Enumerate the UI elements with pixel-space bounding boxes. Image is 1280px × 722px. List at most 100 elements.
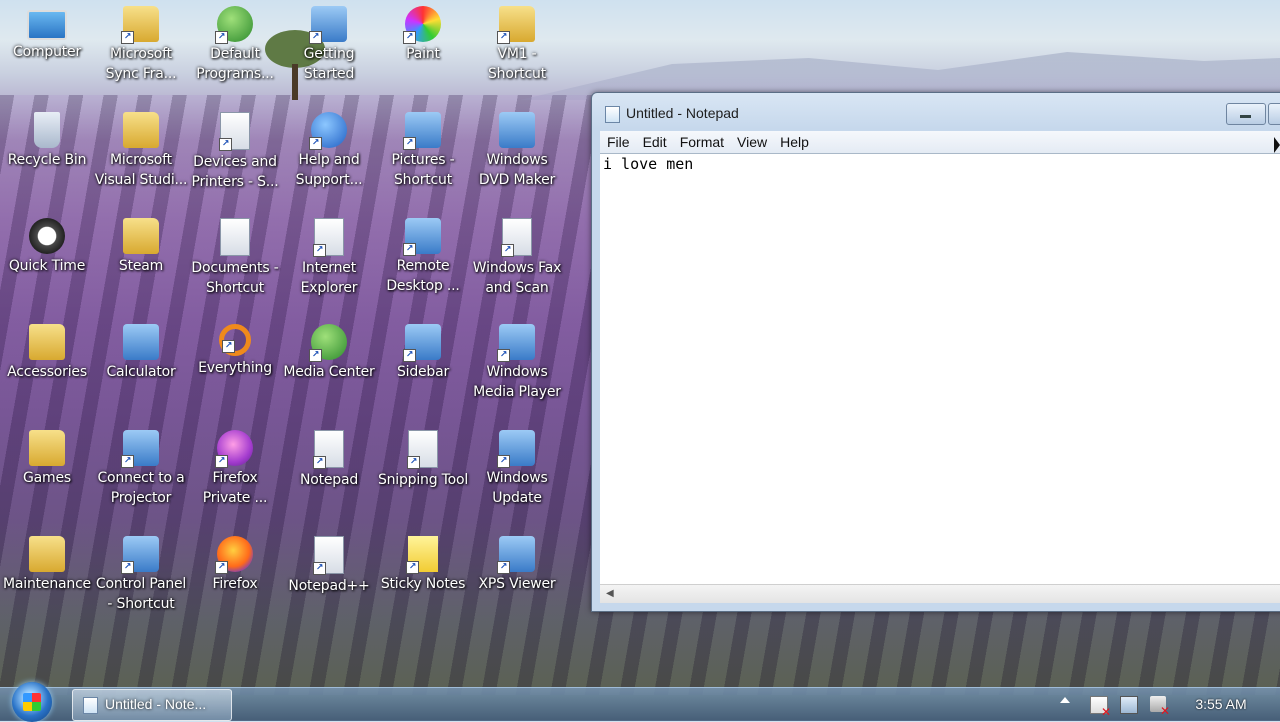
volume-icon[interactable]: ✕ (1150, 696, 1170, 717)
shortcut-arrow-icon: ↗ (497, 31, 510, 44)
desktop-icon-computer[interactable]: Computer (0, 0, 94, 62)
desktop-icon-sidebar[interactable]: ↗ Sidebar (376, 318, 470, 382)
text-editor[interactable]: i love men ◀ (600, 153, 1280, 603)
desktop-icon-label: Pictures - Shortcut (391, 152, 455, 188)
desktop-icon-accessories[interactable]: Accessories (0, 318, 94, 382)
desktop-icon-label: Everything (198, 360, 272, 376)
desktop-icon-xps-viewer[interactable]: ↗ XPS Viewer (470, 530, 564, 594)
menu-view[interactable]: View (730, 131, 773, 151)
desktop-icon-control-panel-shortcut[interactable]: ↗ Control Panel - Shortcut (94, 530, 188, 614)
desktop-icon-windows-update[interactable]: ↗ Windows Update (470, 424, 564, 508)
desktop-icon-snipping-tool[interactable]: ↗ Snipping Tool (376, 424, 470, 490)
desktop-icon-steam[interactable]: Steam (94, 212, 188, 276)
network-icon[interactable] (1120, 696, 1138, 714)
folder-shortcut-icon: ↗ (121, 6, 159, 44)
folder-help-icon (123, 112, 159, 148)
sidebar-icon: ↗ (403, 324, 441, 362)
shortcut-arrow-icon: ↗ (215, 31, 228, 44)
shortcut-arrow-icon: ↗ (313, 244, 326, 257)
desktop-icon-notepad[interactable]: ↗ Notepad++ (282, 530, 376, 596)
taskbar-item-notepad[interactable]: Untitled - Note... (72, 689, 232, 721)
notepad-window[interactable]: Untitled - Notepad File Edit Format View Hel… (591, 92, 1280, 612)
desktop-icon-documents-shortcut[interactable]: Documents - Shortcut (188, 212, 282, 298)
desktop-icon-label: Media Center (283, 364, 375, 380)
desktop-icon-quick-time[interactable]: Quick Time (0, 212, 94, 276)
desktop-icon-calculator[interactable]: Calculator (94, 318, 188, 382)
menu-file[interactable]: File (600, 131, 636, 151)
desktop-icon-notepad[interactable]: ↗ Notepad (282, 424, 376, 490)
desktop-icon-label: Documents - Shortcut (191, 260, 279, 296)
sticky-notes-icon: ↗ (406, 536, 438, 574)
desktop-icon-connect-to-a-projector[interactable]: ↗ Connect to a Projector (94, 424, 188, 508)
desktop-icon-windows-media-player[interactable]: ↗ Windows Media Player (470, 318, 564, 402)
calculator-icon (123, 324, 159, 360)
desktop-icon-pictures-shortcut[interactable]: ↗ Pictures - Shortcut (376, 106, 470, 190)
shortcut-arrow-icon: ↗ (309, 349, 322, 362)
pictures-icon: ↗ (403, 112, 441, 150)
menu-help[interactable]: Help (773, 131, 815, 151)
desktop-icon-help-and-support[interactable]: ↗ Help and Support... (282, 106, 376, 190)
desktop-icon-label: Notepad (299, 472, 359, 488)
desktop-icon-vm1-shortcut[interactable]: ↗ VM1 - Shortcut (470, 0, 564, 84)
desktop-icon-label: Steam (118, 258, 164, 274)
desktop-icon-windows-fax-and-scan[interactable]: ↗ Windows Fax and Scan (470, 212, 564, 298)
desktop-icon-getting-started[interactable]: ↗ Getting Started (282, 0, 376, 84)
maximize-button[interactable] (1268, 103, 1280, 125)
desktop-icon-label: Microsoft Visual Studi... (94, 152, 188, 188)
shortcut-arrow-icon: ↗ (121, 455, 134, 468)
editor-content[interactable]: i love men (603, 155, 693, 173)
projector-icon: ↗ (121, 430, 159, 468)
desktop-icon-label: Devices and Printers - S... (191, 154, 279, 190)
dvd-maker-icon (499, 112, 535, 148)
fax-icon: ↗ (501, 218, 532, 257)
shortcut-arrow-icon: ↗ (497, 349, 510, 362)
desktop-icon-sticky-notes[interactable]: ↗ Sticky Notes (376, 530, 470, 594)
show-hidden-icons-icon[interactable] (1060, 697, 1070, 703)
shortcut-arrow-icon: ↗ (219, 138, 232, 151)
shortcut-arrow-icon: ↗ (215, 561, 228, 574)
shortcut-arrow-icon: ↗ (309, 31, 322, 44)
documents-icon (220, 218, 250, 256)
desktop-icon-label: Snipping Tool (377, 472, 469, 488)
desktop-icon-maintenance[interactable]: Maintenance (0, 530, 94, 594)
desktop-icon-everything[interactable]: ↗ Everything (188, 318, 282, 378)
desktop-icon-default-programs[interactable]: ↗ Default Programs... (188, 0, 282, 84)
horizontal-scrollbar[interactable]: ◀ (600, 584, 1280, 603)
desktop-icon-label: Control Panel - Shortcut (95, 576, 187, 612)
wallpaper-mountains (520, 52, 1280, 100)
shortcut-arrow-icon: ↗ (403, 137, 416, 150)
desktop-icon-label: Windows Fax and Scan (472, 260, 562, 296)
desktop-icon-paint[interactable]: ↗ Paint (376, 0, 470, 64)
desktop-icon-windows-dvd-maker[interactable]: Windows DVD Maker (470, 106, 564, 190)
shortcut-arrow-icon: ↗ (406, 561, 419, 574)
shortcut-arrow-icon: ↗ (403, 349, 416, 362)
system-clock[interactable]: 3:55 AM (1182, 696, 1260, 712)
action-center-icon[interactable]: ✕ (1090, 696, 1111, 718)
desktop-icon-microsoft-visual-studi[interactable]: Microsoft Visual Studi... (94, 106, 188, 190)
menu-edit[interactable]: Edit (636, 131, 673, 151)
desktop-icon-label: Notepad++ (288, 578, 370, 594)
desktop-icon-firefox-private[interactable]: ↗ Firefox Private ... (188, 424, 282, 508)
start-button[interactable] (12, 682, 52, 722)
desktop-icon-internet-explorer[interactable]: ↗ Internet Explorer (282, 212, 376, 298)
desktop-icon-remote-desktop[interactable]: ↗ Remote Desktop ... (376, 212, 470, 296)
scroll-left-arrow-icon[interactable]: ◀ (606, 588, 614, 599)
desktop-icon-recycle-bin[interactable]: Recycle Bin (0, 106, 94, 170)
notepad-icon (605, 106, 620, 123)
minimize-button[interactable] (1226, 103, 1266, 125)
desktop-icon-media-center[interactable]: ↗ Media Center (282, 318, 376, 382)
shortcut-arrow-icon: ↗ (407, 456, 420, 469)
notepad-titlebar[interactable]: Untitled - Notepad (592, 93, 1280, 131)
shortcut-arrow-icon: ↗ (121, 561, 134, 574)
menu-format[interactable]: Format (673, 131, 730, 151)
desktop-icon-games[interactable]: Games (0, 424, 94, 488)
shortcut-arrow-icon: ↗ (497, 561, 510, 574)
desktop-icon-firefox[interactable]: ↗ Firefox (188, 530, 282, 594)
desktop-icon-label: Games (23, 470, 71, 486)
desktop-icon-microsoft-sync-fra[interactable]: ↗ Microsoft Sync Fra... (94, 0, 188, 84)
desktop-icon-devices-and-printers-s[interactable]: ↗ Devices and Printers - S... (188, 106, 282, 192)
window-title: Untitled - Notepad (626, 105, 739, 121)
help-icon: ↗ (309, 112, 347, 150)
firefox-private-icon: ↗ (215, 430, 253, 468)
notepad-icon (83, 697, 98, 714)
